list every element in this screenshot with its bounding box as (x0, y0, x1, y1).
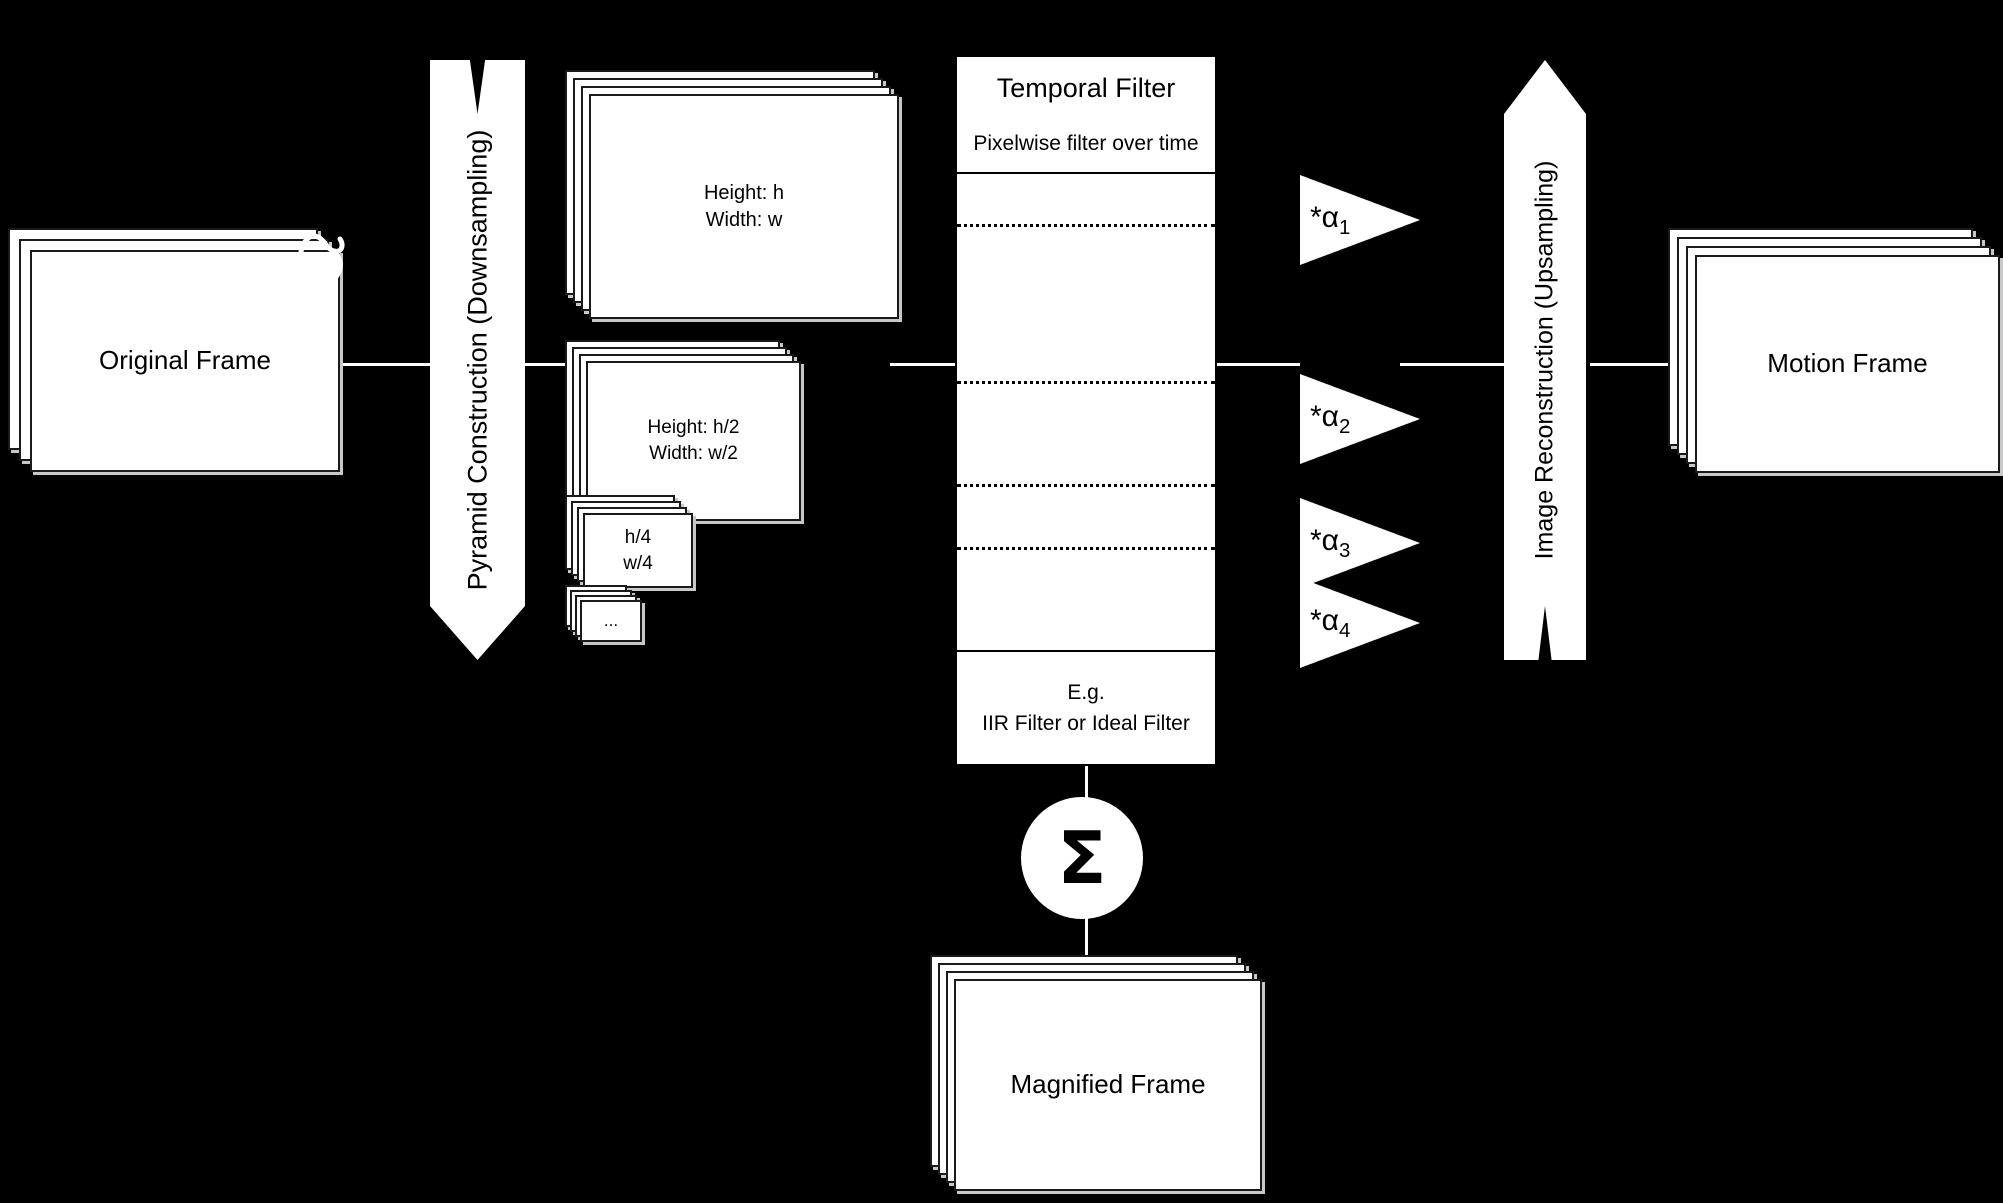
downsampling-arrow[interactable]: Pyramid Construction (Downsampling) (430, 60, 525, 660)
diagram-canvas: Original Frame Pyramid Construction (Dow… (0, 0, 2003, 1203)
temporal-filter-header: Temporal Filter Pixelwise filter over ti… (957, 57, 1215, 174)
sigma-icon: Σ (1057, 816, 1107, 900)
alpha-4-triangle[interactable]: *α4 (1300, 578, 1420, 668)
pyramid-level-1-line2: Width: w (705, 208, 783, 231)
temporal-filter-footer: E.g. IIR Filter or Ideal Filter (957, 650, 1215, 764)
temporal-filter-divider-2 (957, 381, 1215, 384)
pyramid-level-4: ... (565, 585, 685, 685)
upsampling-arrow[interactable]: Image Reconstruction (Upsampling) (1504, 60, 1586, 660)
alpha-3-label: *α3 (1310, 524, 1350, 563)
pyramid-level-4-sheet-front[interactable]: ... (580, 600, 642, 642)
alpha-1-label: *α1 (1310, 201, 1350, 240)
connector-filter-to-sum (1085, 765, 1088, 800)
magnified-frame-sheet-front[interactable]: Magnified Frame (954, 979, 1262, 1191)
magnified-frame-stack: Magnified Frame (930, 955, 1280, 1203)
temporal-filter-panel[interactable]: Temporal Filter Pixelwise filter over ti… (955, 55, 1217, 766)
temporal-filter-divider-1 (957, 224, 1215, 227)
motion-frame-stack: Motion Frame (1668, 228, 2003, 483)
motion-frame-sheet-front[interactable]: Motion Frame (1695, 255, 2000, 473)
connector-upsample-to-output (1590, 363, 1670, 366)
pyramid-level-3-line2: w/4 (623, 552, 653, 574)
alpha-3-prefix: *α (1310, 523, 1340, 557)
connector-pyramid-to-filter (890, 363, 960, 366)
magnified-frame-label: Magnified Frame (1010, 1069, 1206, 1100)
alpha-2-triangle[interactable]: *α2 (1300, 374, 1420, 464)
pyramid-level-2-line2: Width: w/2 (649, 443, 738, 464)
pyramid-level-3-line1: h/4 (624, 526, 652, 548)
alpha-3-triangle[interactable]: *α3 (1300, 498, 1420, 588)
alpha-4-label: *α4 (1310, 604, 1350, 643)
alpha-4-prefix: *α (1310, 603, 1340, 637)
alpha-1-index: 1 (1339, 216, 1351, 239)
motion-frame-label: Motion Frame (1767, 348, 1928, 379)
connector-sum-to-magnified (1085, 915, 1088, 960)
corner-squiggle-icon (297, 233, 345, 280)
temporal-filter-divider-4 (957, 547, 1215, 550)
alpha-4-index: 4 (1339, 619, 1351, 642)
connector-alphas-to-upsample (1400, 363, 1510, 366)
alpha-1-prefix: *α (1310, 200, 1340, 234)
pyramid-level-4-line1: ... (603, 610, 619, 630)
temporal-filter-subtitle: Pixelwise filter over time (973, 132, 1199, 155)
alpha-1-triangle[interactable]: *α1 (1300, 175, 1420, 265)
alpha-3-index: 3 (1339, 539, 1351, 562)
sum-node[interactable]: Σ (1021, 797, 1143, 919)
alpha-2-index: 2 (1339, 415, 1351, 438)
alpha-2-label: *α2 (1310, 400, 1350, 439)
temporal-filter-bands (957, 174, 1215, 650)
pyramid-level-2-line1: Height: h/2 (647, 417, 740, 439)
original-frame-label: Original Frame (99, 345, 271, 376)
pyramid-level-1-sheet-front[interactable]: Height: h Width: w (589, 94, 899, 319)
pyramid-level-3-sheet-front[interactable]: h/4 w/4 (583, 513, 693, 588)
connector-filter-to-alphas (1215, 363, 1300, 366)
temporal-filter-footer-line1: E.g. (1067, 680, 1105, 704)
alpha-2-prefix: *α (1310, 399, 1340, 433)
pyramid-level-1-line1: Height: h (703, 181, 785, 204)
downsampling-arrow-label: Pyramid Construction (Downsampling) (462, 129, 492, 591)
temporal-filter-divider-3 (957, 484, 1215, 487)
upsampling-arrow-label: Image Reconstruction (Upsampling) (1530, 160, 1559, 560)
temporal-filter-title: Temporal Filter (996, 73, 1176, 103)
pyramid-level-1: Height: h Width: w (565, 70, 905, 330)
original-frame-sheet-front[interactable]: Original Frame (30, 250, 340, 472)
temporal-filter-footer-line2: IIR Filter or Ideal Filter (982, 712, 1190, 735)
